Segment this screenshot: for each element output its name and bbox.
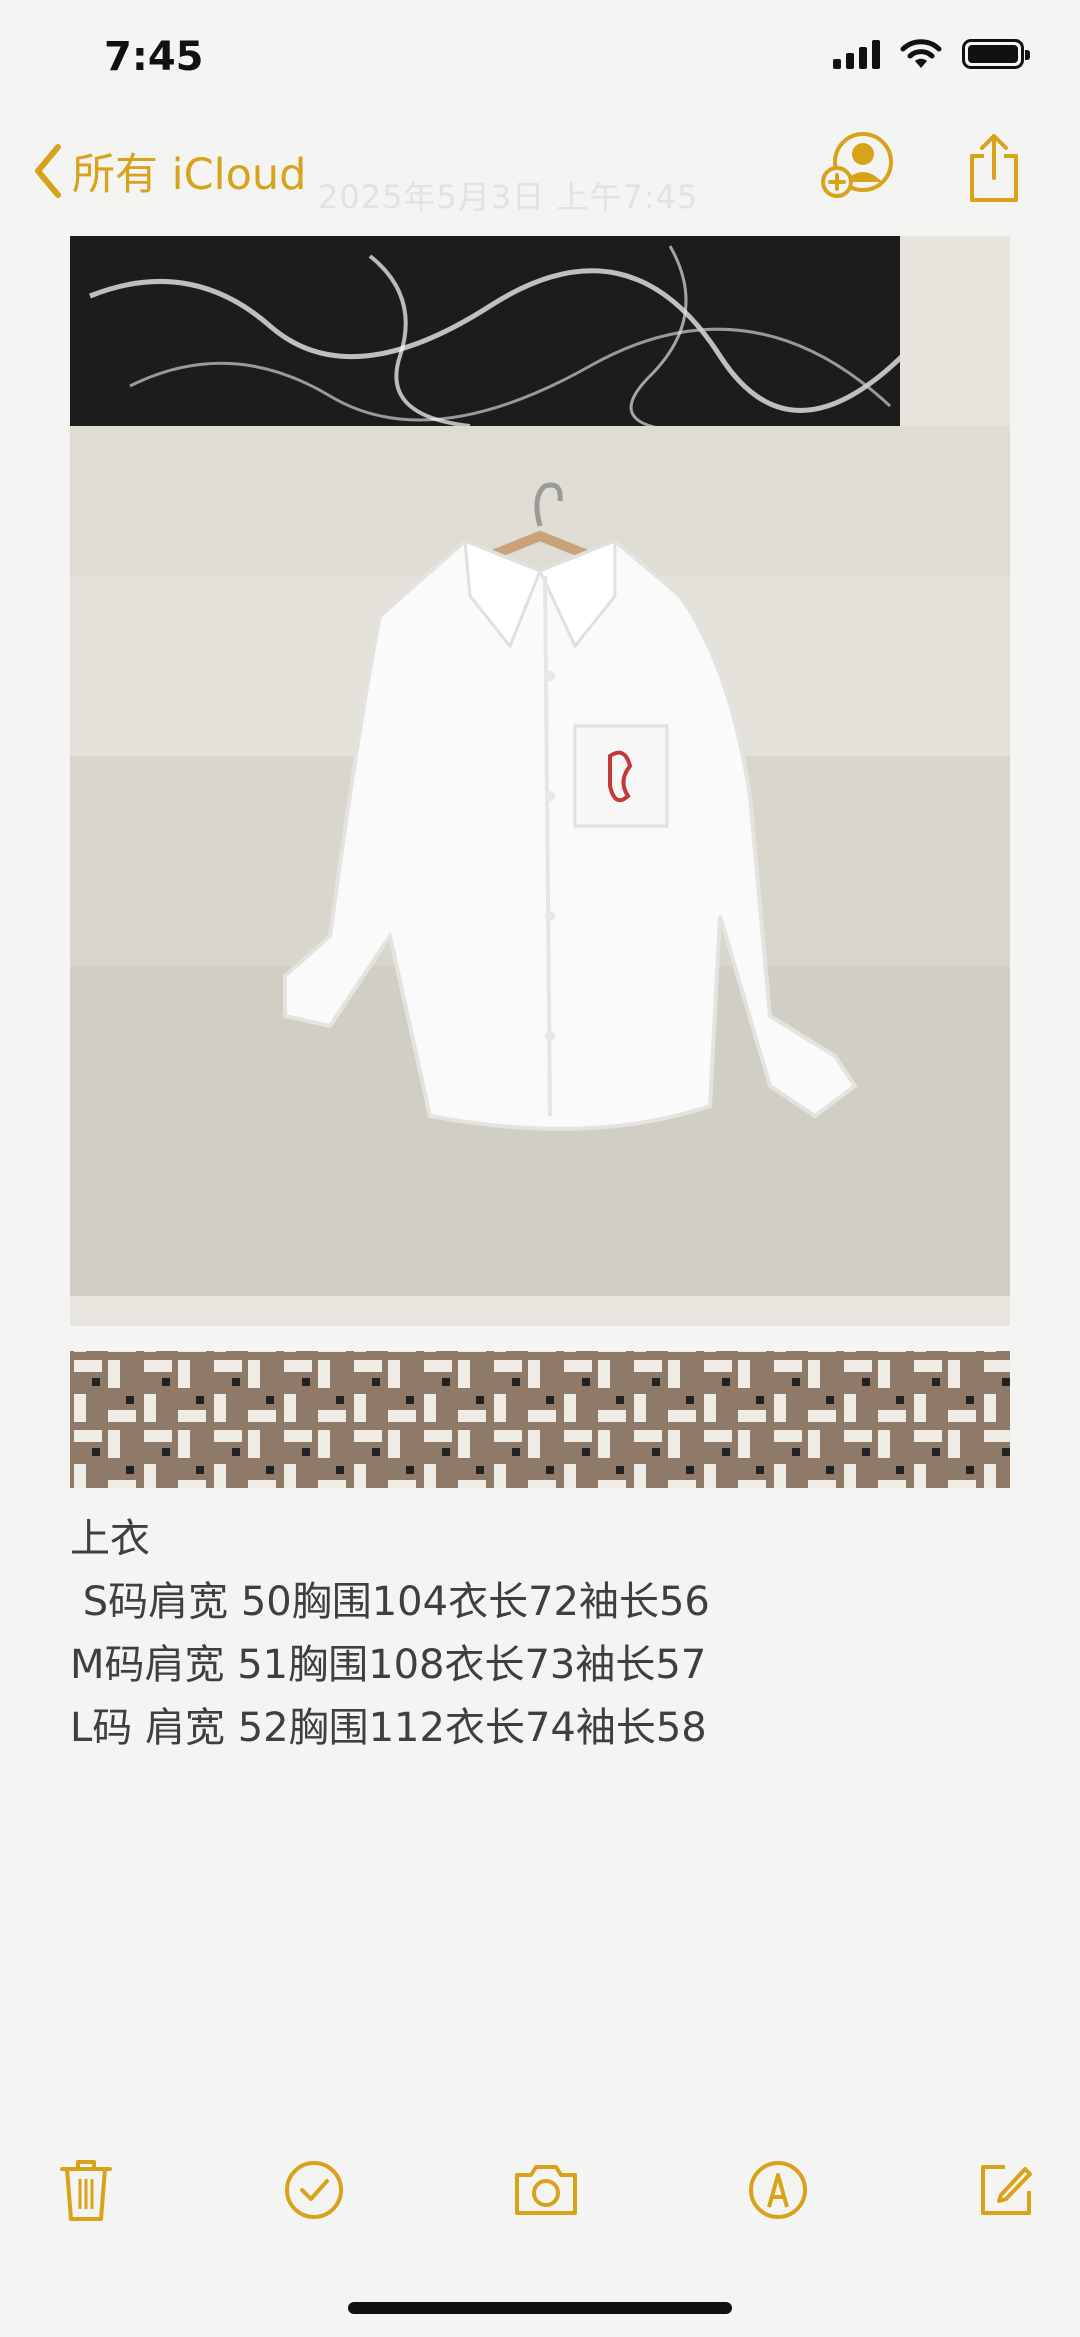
note-line-size-l: L码 肩宽 52胸围112衣长74袖长58 <box>70 1705 707 1751</box>
status-bar: 7:45 <box>0 0 1080 120</box>
back-label: 所有 iCloud <box>72 150 307 200</box>
markup-button[interactable] <box>738 2150 818 2230</box>
bottom-toolbar <box>0 2150 1080 2240</box>
compose-icon <box>981 2165 1032 2215</box>
share-button[interactable] <box>966 130 1022 210</box>
shirt-photo-image <box>70 236 1010 1488</box>
chevron-left-icon <box>35 144 61 198</box>
delete-button[interactable] <box>46 2150 126 2230</box>
note-line-size-m: M码肩宽 51胸围108衣长73袖长57 <box>70 1642 707 1688</box>
add-person-icon <box>821 132 893 198</box>
checklist-button[interactable] <box>274 2150 354 2230</box>
compose-button[interactable] <box>966 2150 1046 2230</box>
status-time: 7:45 <box>104 34 204 80</box>
markup-icon <box>749 2161 807 2219</box>
note-line-title: 上衣 <box>70 1516 150 1562</box>
camera-button[interactable] <box>506 2150 586 2230</box>
battery-icon <box>962 39 1030 69</box>
note-line-size-s: S码肩宽 50胸围104衣长72袖长56 <box>70 1579 710 1625</box>
nav-bar: 所有 iCloud 2025年5月3日 上午7:45 <box>0 130 1080 216</box>
cellular-signal-icon <box>833 39 880 69</box>
wifi-icon <box>900 39 942 68</box>
attached-photo[interactable] <box>70 236 1010 1488</box>
status-icons <box>833 38 1030 70</box>
trash-icon <box>60 2160 112 2221</box>
note-body[interactable]: 上衣 S码肩宽 50胸围104衣长72袖长56 M码肩宽 51胸围108衣长73… <box>70 1508 710 1760</box>
back-button[interactable]: 所有 iCloud <box>32 140 306 202</box>
home-indicator[interactable] <box>348 2302 732 2314</box>
note-timestamp: 2025年5月3日 上午7:45 <box>318 178 699 216</box>
add-person-button[interactable] <box>820 130 896 204</box>
camera-icon <box>515 2165 577 2215</box>
checklist-icon <box>285 2161 343 2219</box>
share-icon <box>970 134 1018 202</box>
